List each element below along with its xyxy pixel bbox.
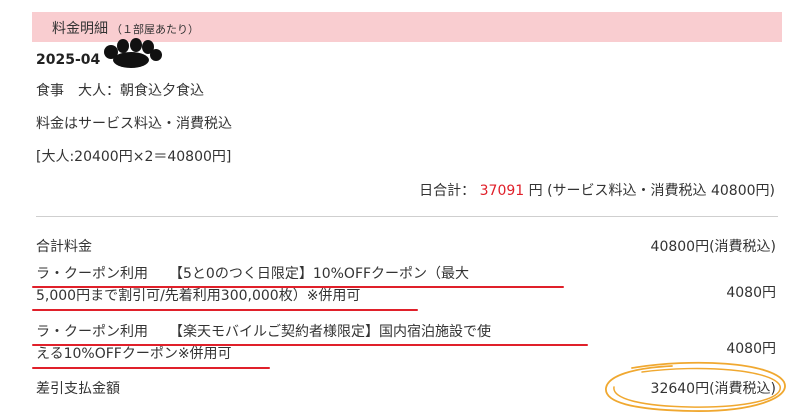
highlight-circle xyxy=(605,361,786,412)
fee-note: 料金はサービス料込・消費税込 xyxy=(36,116,232,132)
total-value: 40800円(消費税込) xyxy=(650,239,776,255)
divider xyxy=(36,216,778,217)
coupon-2-amount: 4080円 xyxy=(726,341,776,357)
coupon-2-underline-1 xyxy=(32,344,588,346)
daily-total-amount: 37091 xyxy=(479,183,525,199)
header-subtitle: （１部屋あたり） xyxy=(111,23,199,36)
coupon-2-line1: ラ・クーポン利用 【楽天モバイルご契約者様限定】国内宿泊施設で使 xyxy=(36,324,491,340)
rate-breakdown: [大人:20400円×2＝40800円] xyxy=(36,149,232,165)
coupon-1-underline-1 xyxy=(32,286,564,288)
meal-info: 食事 大人：朝食込夕食込 xyxy=(36,83,204,99)
coupon-1: ラ・クーポン利用 【5と0のつく日限定】10%OFFクーポン（最大 5,000円… xyxy=(36,263,469,307)
coupon-2: ラ・クーポン利用 【楽天モバイルご契約者様限定】国内宿泊施設で使 える10%OF… xyxy=(36,321,491,365)
payment-label: 差引支払金額 xyxy=(36,381,120,397)
total-label: 合計料金 xyxy=(36,239,92,255)
coupon-1-line1: ラ・クーポン利用 【5と0のつく日限定】10%OFFクーポン（最大 xyxy=(36,266,470,282)
header-title: 料金明細 （１部屋あたり） xyxy=(52,21,199,37)
coupon-1-amount: 4080円 xyxy=(726,285,776,301)
coupon-2-line2: える10%OFFクーポン※併用可 xyxy=(36,346,232,362)
coupon-2-underline-2 xyxy=(32,367,270,369)
coupon-1-line2: 5,000円まで割引可/先着利用300,000枚）※併用可 xyxy=(36,288,361,304)
daily-total-label: 日合計： xyxy=(419,183,476,199)
coupon-1-underline-2 xyxy=(32,309,418,311)
daily-total: 日合計： 37091 円 (サービス料込・消費税込 40800円) xyxy=(419,180,775,200)
paw-print-redaction xyxy=(104,38,162,68)
stay-date: 2025-04 xyxy=(36,52,101,68)
daily-total-suffix: 円 (サービス料込・消費税込 40800円) xyxy=(528,183,775,199)
